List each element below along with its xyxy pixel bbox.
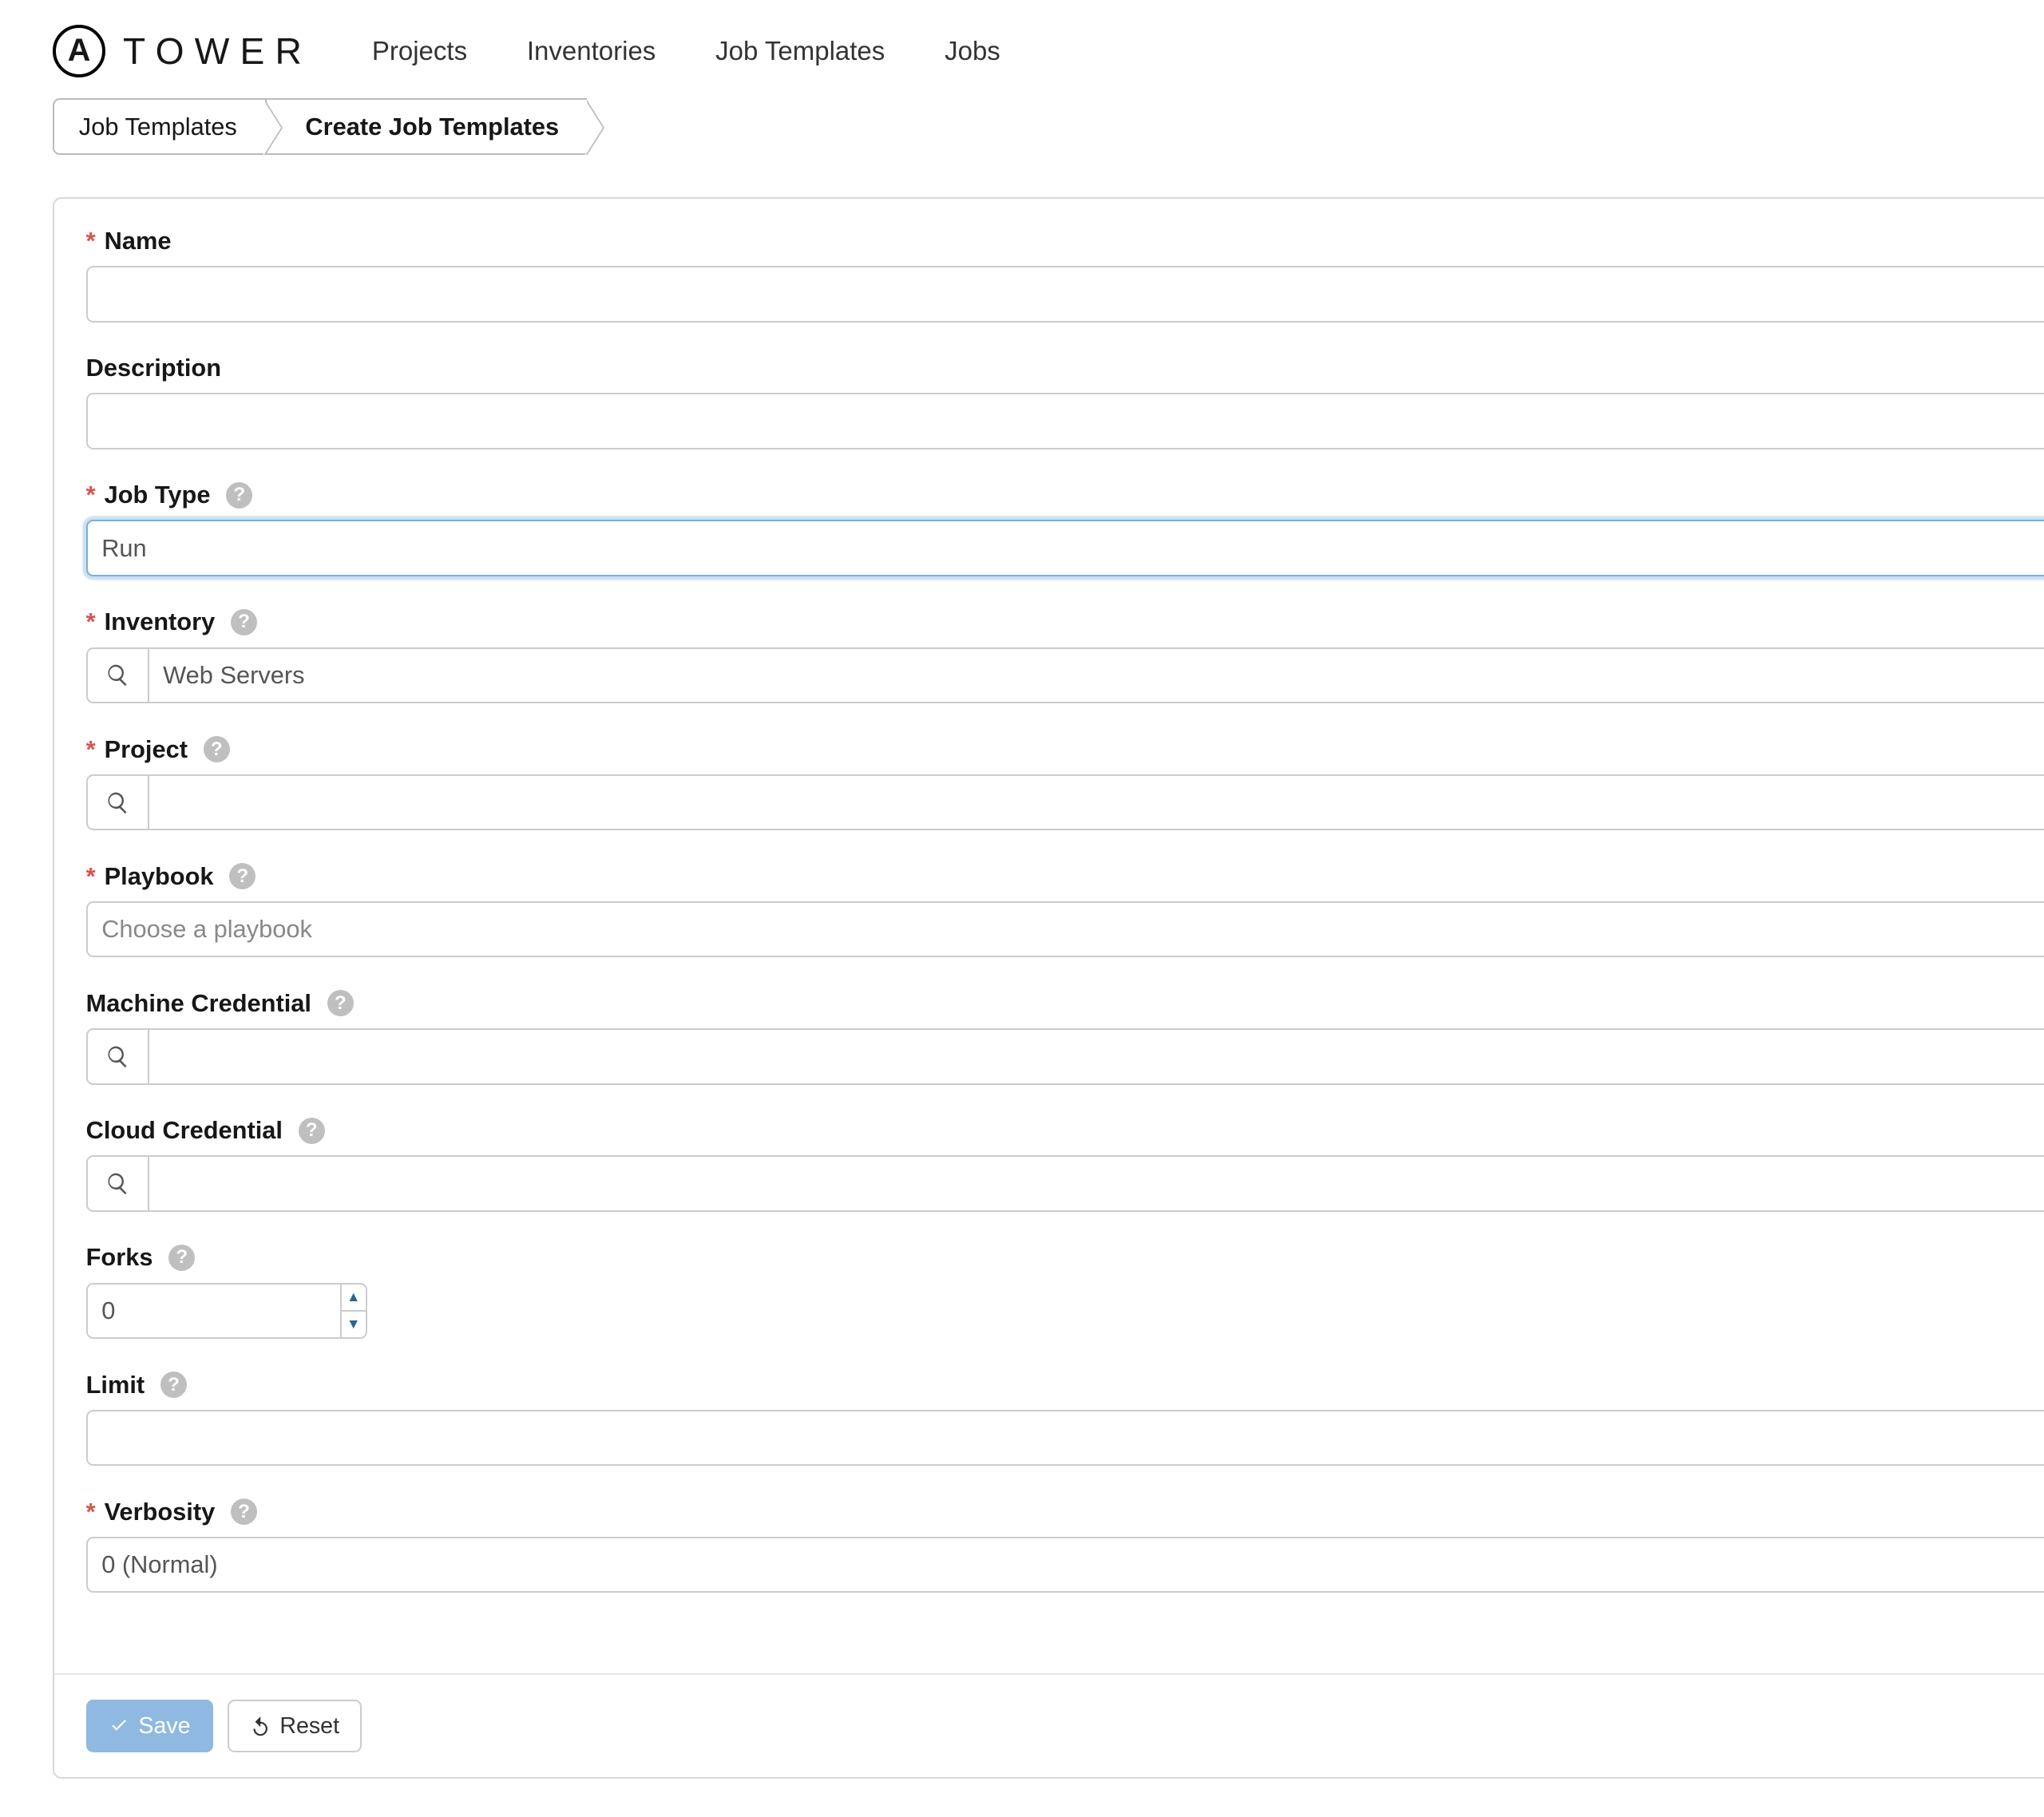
required-marker: * [86,227,96,255]
nav-jobs[interactable]: Jobs [945,36,1000,66]
forks-spinner: ▲ ▼ [342,1283,367,1339]
field-name: * Name [86,227,2044,323]
check-icon [109,1716,129,1736]
help-icon[interactable]: ? [229,863,256,889]
save-button[interactable]: Save [86,1700,213,1752]
cloud-cred-lookup-button[interactable] [86,1155,148,1211]
machine-cred-input[interactable] [148,1028,2044,1084]
job-type-value: Run [101,534,147,563]
field-project: *Project? [86,735,2044,831]
label-cloud-credential: Cloud Credential [86,1116,283,1145]
undo-icon [250,1716,271,1736]
save-label: Save [138,1713,190,1740]
reset-label: Reset [279,1713,339,1740]
left-column: * Name Description *Job Type? Run ▲▼ *Inv… [86,227,2044,1625]
help-icon[interactable]: ? [160,1372,187,1398]
limit-input[interactable] [86,1410,2044,1466]
label-description: Description [86,354,221,382]
form-footer: Save Reset [54,1673,2044,1777]
label-machine-credential: Machine Credential [86,989,311,1018]
nav-job-templates[interactable]: Job Templates [715,36,885,66]
field-description: Description [86,354,2044,449]
label-inventory: Inventory [105,608,216,636]
field-verbosity: *Verbosity? 0 (Normal) ▲▼ [86,1498,2044,1593]
job-type-select[interactable]: Run ▲▼ [86,520,2044,576]
search-icon [105,663,130,687]
brand-logo: A TOWER [53,25,312,77]
verbosity-value: 0 (Normal) [101,1550,217,1579]
forks-input[interactable] [86,1283,342,1339]
help-icon[interactable]: ? [327,990,354,1016]
inventory-lookup-button[interactable] [86,647,148,703]
breadcrumb-create: Create Job Templates [265,98,587,155]
help-icon[interactable]: ? [226,482,252,509]
nav-inventories[interactable]: Inventories [527,36,656,66]
name-input[interactable] [86,266,2044,322]
help-icon[interactable]: ? [231,1498,257,1525]
field-machine-credential: Machine Credential? [86,989,2044,1085]
label-verbosity: Verbosity [105,1498,216,1526]
project-lookup-button[interactable] [86,774,148,830]
search-icon [105,790,130,815]
form-card: * Name Description *Job Type? Run ▲▼ *Inv… [53,197,2044,1779]
search-icon [105,1171,130,1196]
help-icon[interactable]: ? [231,609,257,635]
label-project: Project [105,735,188,764]
playbook-select[interactable]: Choose a playbook ▲▼ [86,901,2044,957]
label-playbook: Playbook [105,862,214,891]
inventory-input[interactable] [148,647,2044,703]
top-nav: Projects Inventories Job Templates Jobs [372,36,1000,66]
label-job-type: Job Type [105,481,211,509]
reset-button[interactable]: Reset [228,1700,362,1752]
field-limit: Limit? [86,1371,2044,1467]
field-inventory: *Inventory? [86,608,2044,703]
brand-name: TOWER [123,30,312,73]
breadcrumb-job-templates[interactable]: Job Templates [53,98,265,155]
label-name: Name [105,227,172,255]
project-input[interactable] [148,774,2044,830]
cloud-cred-input[interactable] [148,1155,2044,1211]
help-icon[interactable]: ? [299,1118,325,1144]
forks-down-button[interactable]: ▼ [342,1312,366,1337]
machine-cred-lookup-button[interactable] [86,1028,148,1084]
description-input[interactable] [86,393,2044,449]
verbosity-select[interactable]: 0 (Normal) ▲▼ [86,1537,2044,1593]
forks-up-button[interactable]: ▲ [342,1285,366,1312]
nav-projects[interactable]: Projects [372,36,467,66]
playbook-placeholder: Choose a playbook [101,915,312,944]
field-playbook: *Playbook? Choose a playbook ▲▼ [86,862,2044,958]
field-job-type: *Job Type? Run ▲▼ [86,481,2044,576]
help-icon[interactable]: ? [204,736,230,762]
label-forks: Forks [86,1243,153,1272]
breadcrumb: Job Templates Create Job Templates [0,98,2044,155]
label-limit: Limit [86,1371,145,1399]
search-icon [105,1044,130,1069]
help-icon[interactable]: ? [168,1245,195,1271]
field-forks: Forks? ▲ ▼ [86,1243,2044,1339]
app-header: A TOWER Projects Inventories Job Templat… [0,0,2044,98]
field-cloud-credential: Cloud Credential? [86,1116,2044,1212]
logo-icon: A [53,25,105,77]
